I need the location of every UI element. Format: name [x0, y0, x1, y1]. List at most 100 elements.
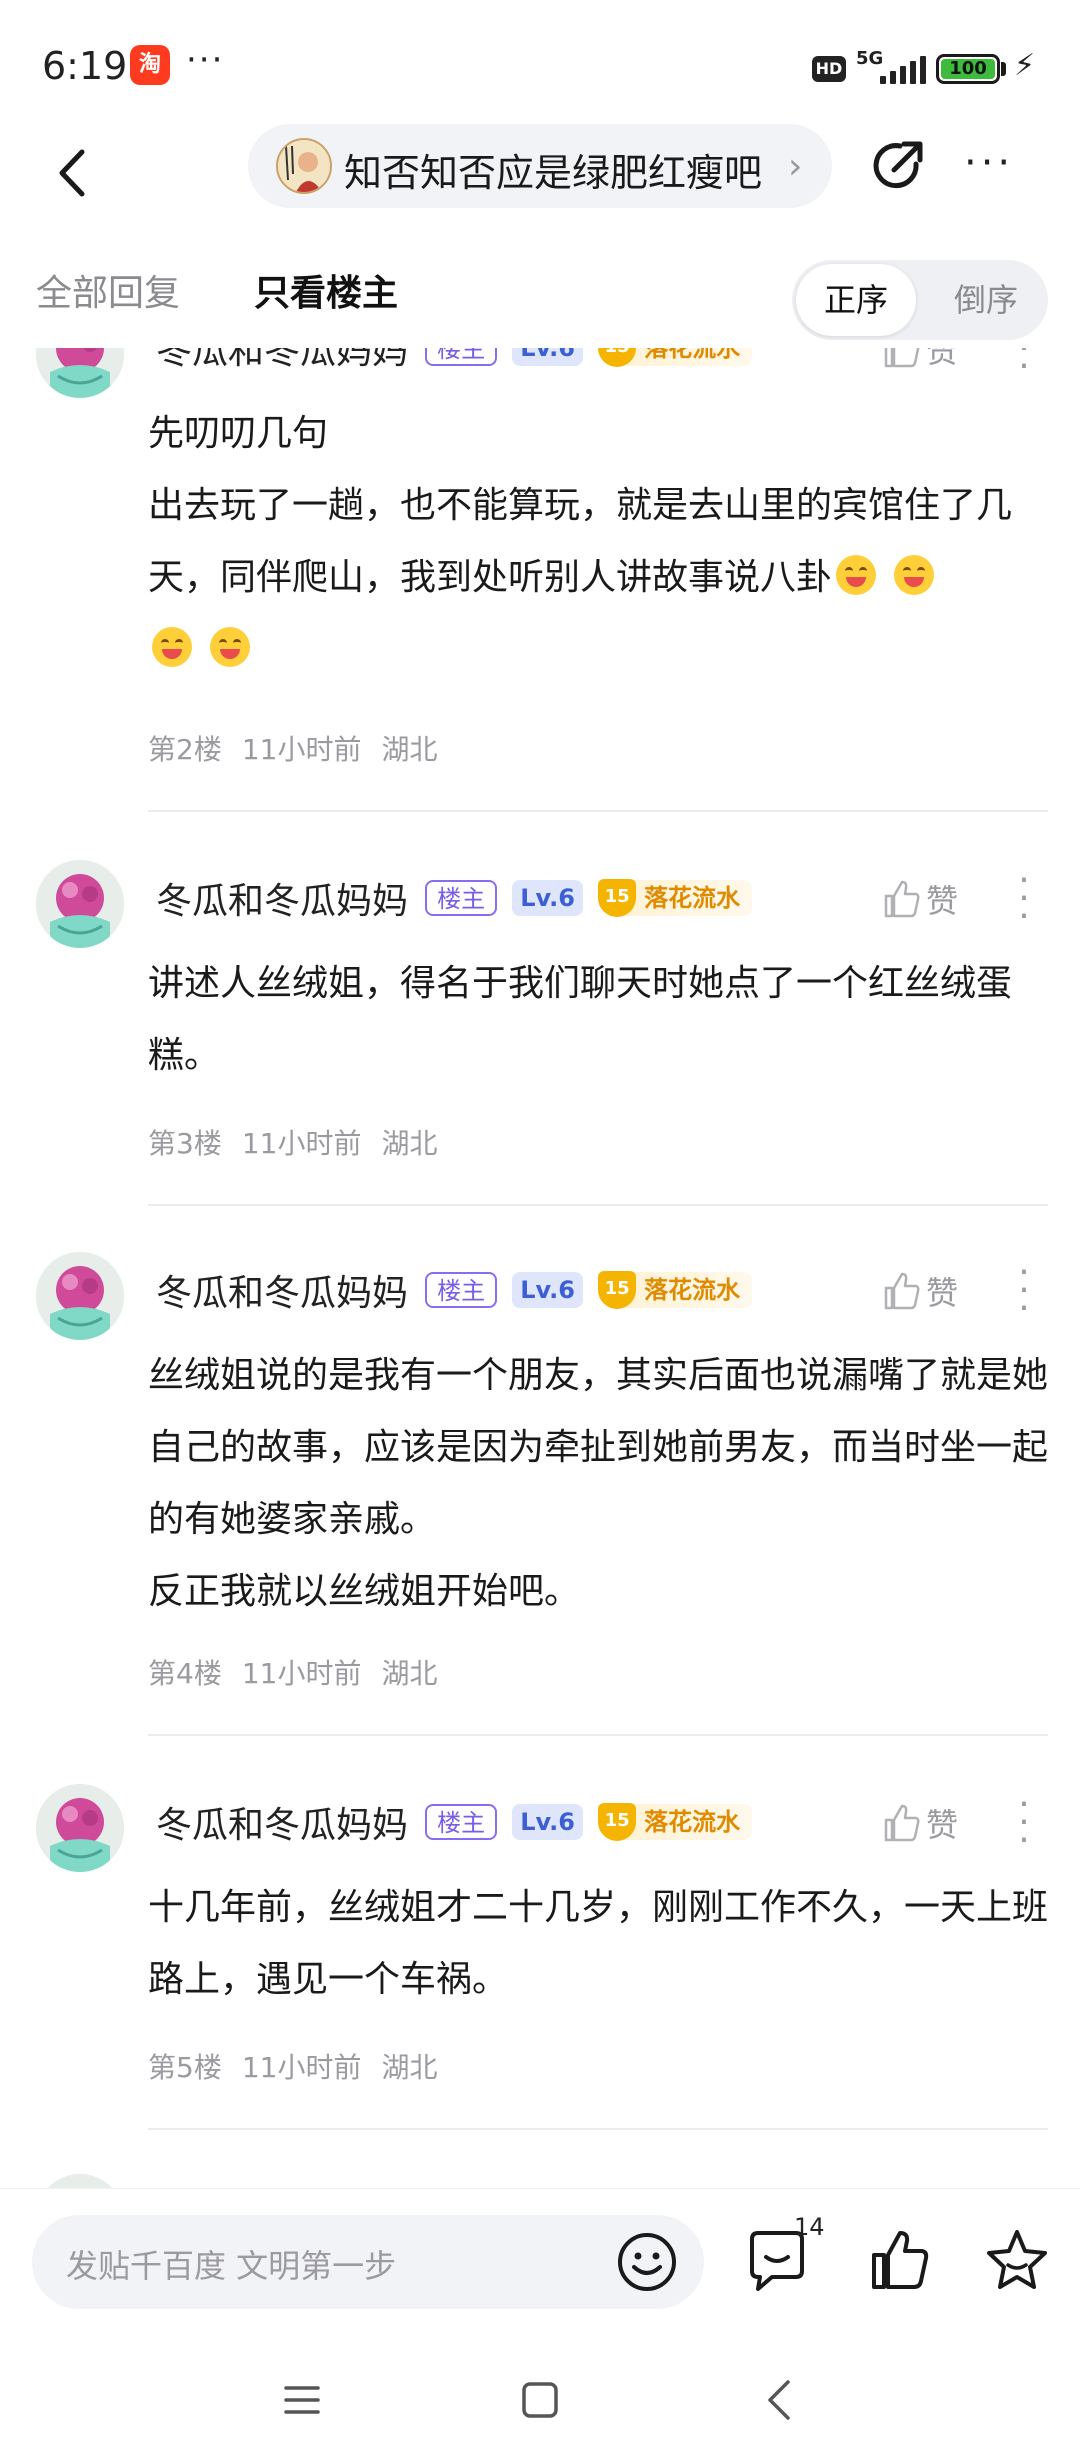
thread-header: 知否知否应是绿肥红瘦吧 › ···: [0, 120, 1080, 230]
reply-input[interactable]: 发贴千百度 文明第一步: [32, 2215, 704, 2309]
title-badge: 15落花流水: [598, 1271, 753, 1309]
reply-meta: 第2楼 11小时前 湖北: [148, 728, 457, 768]
reply-content: 讲述人丝绒姐，得名于我们聊天时她点了一个红丝绒蛋糕。: [148, 948, 1048, 1092]
op-badge: 楼主: [425, 1272, 498, 1308]
battery-cap: [1001, 62, 1006, 76]
reply-text: 讲述人丝绒姐，得名于我们聊天时她点了一个红丝绒蛋糕。: [148, 963, 1013, 1076]
back-icon[interactable]: [40, 138, 110, 208]
like-label: 赞: [926, 1274, 959, 1312]
title-level: 15: [598, 879, 637, 917]
reply-content: 先叨叨几句 出去玩了一趟，也不能算玩，就是去山里的宾馆住了几天，同伴爬山，我到处…: [148, 398, 1048, 686]
sort-order-toggle: 正序 倒序: [792, 260, 1048, 340]
post-location: 湖北: [381, 1127, 438, 1160]
like-label: 赞: [926, 882, 959, 920]
reply-placeholder: 发贴千百度 文明第一步: [66, 2247, 397, 2285]
tab-all-replies[interactable]: 全部回复: [36, 264, 180, 316]
title-badge: 15落花流水: [598, 1803, 753, 1841]
user-row: 冬瓜和冬瓜妈妈 楼主 Lv.6 15落花流水: [156, 872, 753, 922]
title-level: 15: [598, 1803, 637, 1841]
post-location: 湖北: [381, 1657, 438, 1690]
chevron-right-icon: ›: [788, 146, 803, 187]
reply-text: 出去玩了一趟，也不能算玩，就是去山里的宾馆住了几天，同伴爬山，我到处听别人讲故事…: [148, 485, 1013, 598]
level-badge: Lv.6: [512, 880, 583, 916]
reply-meta: 第5楼 11小时前 湖北: [148, 2046, 457, 2086]
more-vertical-icon[interactable]: ···: [1014, 348, 1034, 385]
share-icon[interactable]: [866, 134, 930, 198]
like-button[interactable]: 赞: [880, 1800, 958, 1850]
thumb-up-icon: [884, 348, 920, 368]
like-button[interactable]: 赞: [880, 348, 958, 376]
user-row: 冬瓜和冬瓜妈妈 楼主 Lv.6 15落花流水: [156, 1264, 753, 1314]
reply-meta: 第4楼 11小时前 湖北: [148, 1652, 457, 1692]
title-text: 落花流水: [624, 1804, 753, 1840]
nav-menu-icon[interactable]: [282, 2380, 322, 2420]
divider: [148, 2128, 1048, 2130]
level-badge: Lv.6: [512, 1272, 583, 1308]
floor-number: 第5楼: [148, 2051, 222, 2084]
thumb-up-icon: [884, 880, 920, 918]
title-badge: 15落花流水: [598, 348, 753, 367]
more-vertical-icon[interactable]: ···: [1014, 1787, 1034, 1859]
op-badge: 楼主: [425, 880, 498, 916]
nav-back-icon[interactable]: [760, 2378, 800, 2422]
reply-content: 丝绒姐说的是我有一个朋友，其实后面也说漏嘴了就是她自己的故事，应该是因为牵扯到她…: [148, 1340, 1048, 1628]
charging-icon: ⚡: [1014, 48, 1036, 83]
grin-emoji-icon: [210, 627, 250, 667]
floor-number: 第4楼: [148, 1657, 222, 1690]
grin-emoji-icon: [836, 555, 877, 595]
sort-ascending-button[interactable]: 正序: [796, 264, 916, 336]
title-text: 落花流水: [624, 880, 753, 916]
post-time: 11小时前: [241, 1657, 362, 1690]
username[interactable]: 冬瓜和冬瓜妈妈: [156, 1273, 408, 1314]
reply-text: 先叨叨几句: [148, 413, 329, 454]
reply-text: 反正我就以丝绒姐开始吧。: [148, 1571, 581, 1612]
sort-descending-button[interactable]: 倒序: [928, 264, 1044, 336]
like-button[interactable]: 赞: [880, 876, 958, 926]
nav-home-icon[interactable]: [520, 2380, 560, 2420]
username[interactable]: 冬瓜和冬瓜妈妈: [156, 348, 408, 372]
like-button[interactable]: 赞: [880, 1268, 958, 1318]
like-label: 赞: [926, 1806, 959, 1844]
reply-text: 丝绒姐说的是我有一个朋友，其实后面也说漏嘴了就是她自己的故事，应该是因为牵扯到她…: [148, 1355, 1049, 1540]
avatar[interactable]: [36, 1784, 124, 1872]
reply-action-bar: 发贴千百度 文明第一步 14: [0, 2188, 1080, 2349]
reply-meta: 第3楼 11小时前 湖北: [148, 1122, 457, 1162]
post-time: 11小时前: [241, 1127, 362, 1160]
hd-icon: HD: [812, 56, 846, 82]
thumb-up-icon[interactable]: [866, 2227, 932, 2293]
grin-emoji-icon: [894, 555, 935, 595]
title-text: 落花流水: [624, 1272, 753, 1308]
forum-name: 知否知否应是绿肥红瘦吧: [344, 151, 763, 195]
system-nav-bar: [0, 2350, 1080, 2460]
user-row: 冬瓜和冬瓜妈妈 楼主 Lv.6 15落花流水: [156, 348, 753, 372]
avatar[interactable]: [36, 2174, 124, 2188]
forum-link[interactable]: 知否知否应是绿肥红瘦吧 ›: [248, 124, 832, 208]
reply-text: 十几年前，丝绒姐才二十几岁，刚刚工作不久，一天上班路上，遇见一个车祸。: [148, 1887, 1049, 2000]
op-badge: 楼主: [425, 348, 498, 366]
post-time: 11小时前: [241, 2051, 362, 2084]
post-time: 11小时前: [241, 733, 362, 766]
avatar[interactable]: [36, 348, 124, 398]
avatar[interactable]: [36, 1252, 124, 1340]
title-level: 15: [598, 1271, 637, 1309]
more-vertical-icon[interactable]: ···: [1014, 1255, 1034, 1327]
star-icon[interactable]: [984, 2227, 1050, 2293]
status-bar: 6:19 淘 ··· HD 5G 100 ⚡: [0, 0, 1080, 120]
username[interactable]: 冬瓜和冬瓜妈妈: [156, 1805, 408, 1846]
divider: [148, 810, 1048, 812]
username[interactable]: 冬瓜和冬瓜妈妈: [156, 881, 408, 922]
avatar[interactable]: [36, 860, 124, 948]
thumb-up-icon: [884, 1272, 920, 1310]
signal-icon: [880, 56, 928, 84]
level-badge: Lv.6: [512, 348, 583, 366]
op-badge: 楼主: [425, 1804, 498, 1840]
emoji-icon[interactable]: [614, 2229, 680, 2295]
more-options-icon[interactable]: ···: [964, 140, 1014, 186]
reply-content: 十几年前，丝绒姐才二十几岁，刚刚工作不久，一天上班路上，遇见一个车祸。: [148, 1872, 1048, 2016]
filter-bar: 全部回复 只看楼主 正序 倒序: [0, 232, 1080, 342]
more-vertical-icon[interactable]: ···: [1014, 863, 1034, 935]
tab-op-only[interactable]: 只看楼主: [254, 264, 398, 316]
reply-list[interactable]: 冬瓜和冬瓜妈妈 楼主 Lv.6 15落花流水 赞 ··· 先叨叨几句 出去玩了一…: [0, 348, 1080, 2188]
floor-number: 第3楼: [148, 1127, 222, 1160]
post-location: 湖北: [381, 733, 438, 766]
